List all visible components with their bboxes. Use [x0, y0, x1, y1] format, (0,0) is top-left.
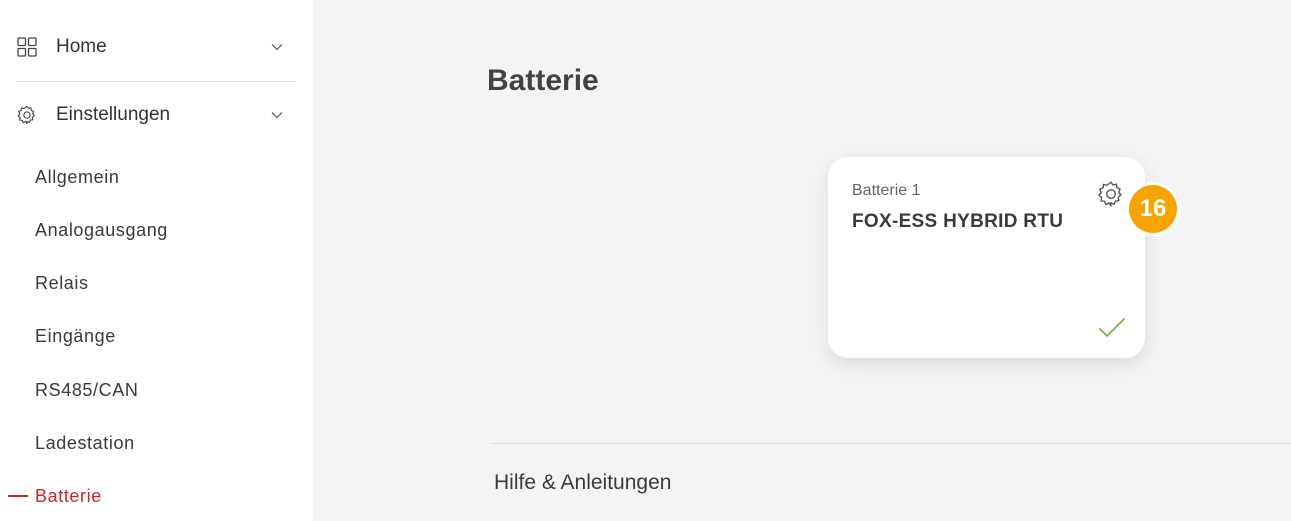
gear-icon[interactable]: [1096, 179, 1126, 209]
app-window: Home Einstellungen Allgemein Analogausga…: [0, 0, 1291, 521]
sidebar-item-relais[interactable]: Relais: [35, 273, 89, 294]
help-link[interactable]: Hilfe & Anleitungen: [494, 471, 671, 495]
chevron-down-icon[interactable]: [270, 40, 284, 54]
battery-card-title: FOX-ESS HYBRID RTU: [852, 211, 1064, 232]
sidebar-item-home[interactable]: Home: [16, 13, 296, 82]
sidebar-item-home-label: Home: [56, 36, 107, 57]
sidebar: Home Einstellungen Allgemein Analogausga…: [0, 0, 313, 521]
active-indicator: [8, 494, 28, 497]
chevron-down-icon[interactable]: [270, 108, 284, 122]
main-content: Batterie Batterie 1 FOX-ESS HYBRID RTU 1…: [313, 0, 1291, 521]
sidebar-item-analogausgang[interactable]: Analogausgang: [35, 220, 168, 241]
battery-card-subtitle: Batterie 1: [852, 182, 921, 199]
sidebar-item-settings-label: Einstellungen: [56, 104, 171, 125]
step-badge: 16: [1129, 185, 1177, 233]
page-title: Batterie: [487, 64, 599, 97]
sidebar-item-allgemein[interactable]: Allgemein: [35, 167, 119, 188]
sidebar-item-ladestation[interactable]: Ladestation: [35, 433, 135, 454]
grid-icon: [16, 36, 38, 58]
sidebar-item-eingaenge[interactable]: Eingänge: [35, 326, 116, 347]
sidebar-item-batterie-label: Batterie: [35, 486, 102, 506]
battery-card[interactable]: Batterie 1 FOX-ESS HYBRID RTU: [828, 157, 1145, 358]
gear-icon: [16, 104, 38, 126]
divider: [492, 443, 1291, 444]
sidebar-item-settings[interactable]: Einstellungen: [16, 81, 296, 149]
sidebar-item-batterie[interactable]: Batterie: [8, 486, 102, 507]
sidebar-item-rs485-can[interactable]: RS485/CAN: [35, 380, 138, 401]
check-icon: [1098, 317, 1126, 339]
